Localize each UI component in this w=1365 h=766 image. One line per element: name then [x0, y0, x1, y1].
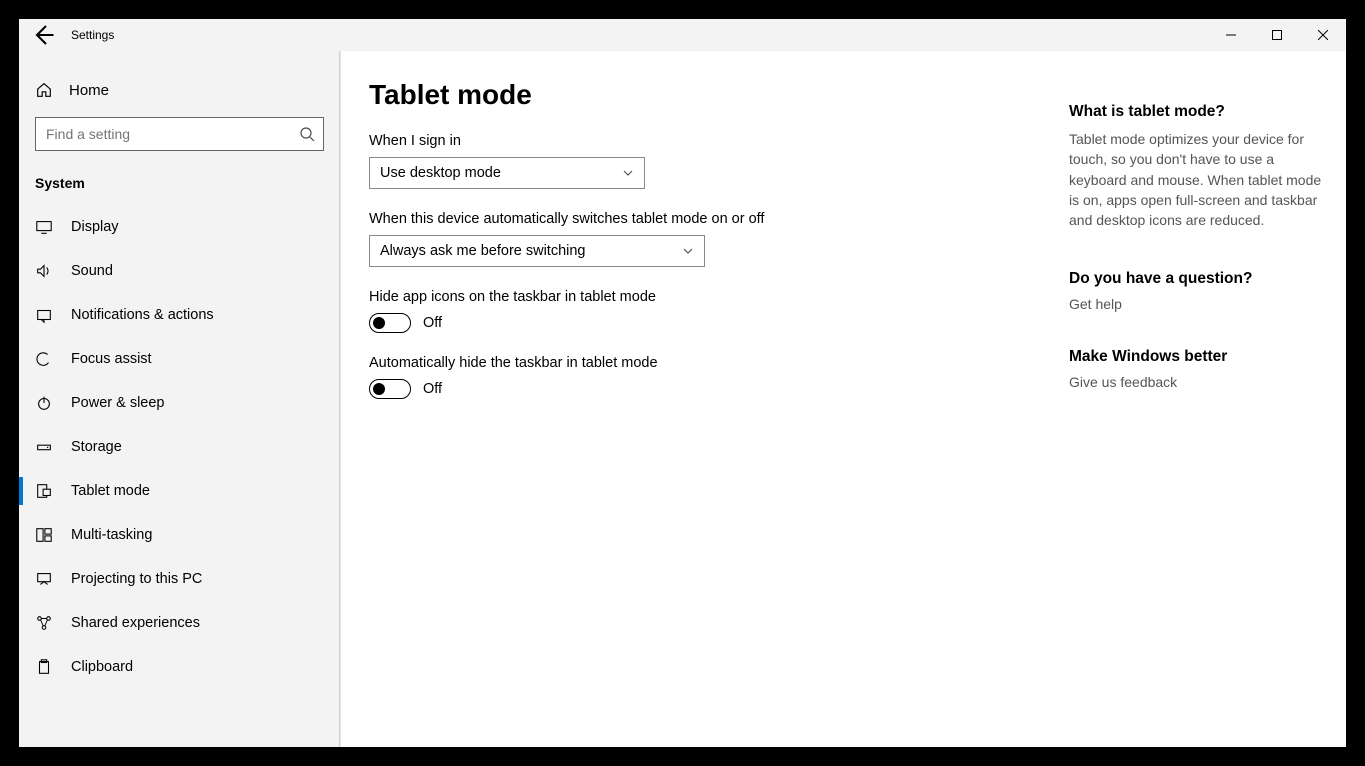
- sidebar-item-clipboard[interactable]: Clipboard: [19, 645, 340, 689]
- get-help-link[interactable]: Get help: [1069, 296, 1329, 312]
- autoswitch-dropdown-value: Always ask me before switching: [380, 243, 586, 259]
- minimize-icon: [1226, 30, 1236, 40]
- autoswitch-dropdown[interactable]: Always ask me before switching: [369, 235, 705, 267]
- multitasking-icon: [35, 526, 53, 544]
- chevron-down-icon: [622, 167, 634, 179]
- notifications-icon: [35, 306, 53, 324]
- hide-icons-state: Off: [423, 315, 442, 331]
- hide-taskbar-group: Automatically hide the taskbar in tablet…: [369, 355, 1029, 399]
- signin-group: When I sign in Use desktop mode: [369, 133, 1029, 189]
- section-label: System: [19, 167, 340, 205]
- autoswitch-label: When this device automatically switches …: [369, 211, 1029, 227]
- search-wrap: [19, 109, 340, 167]
- hide-taskbar-toggle[interactable]: [369, 379, 411, 399]
- aside-what-body: Tablet mode optimizes your device for to…: [1069, 129, 1329, 230]
- hide-icons-group: Hide app icons on the taskbar in tablet …: [369, 289, 1029, 333]
- hide-icons-label: Hide app icons on the taskbar in tablet …: [369, 289, 1029, 305]
- aside-question-title: Do you have a question?: [1069, 270, 1329, 288]
- focus-assist-icon: [35, 350, 53, 368]
- projecting-icon: [35, 570, 53, 588]
- home-button[interactable]: Home: [19, 71, 340, 109]
- content: Tablet mode When I sign in Use desktop m…: [341, 51, 1346, 747]
- sidebar-item-shared-experiences[interactable]: Shared experiences: [19, 601, 340, 645]
- display-icon: [35, 218, 53, 236]
- sidebar-item-label: Tablet mode: [71, 483, 150, 499]
- window-controls: [1208, 19, 1346, 51]
- titlebar: Settings: [19, 19, 1346, 51]
- maximize-button[interactable]: [1254, 19, 1300, 51]
- sidebar-item-projecting[interactable]: Projecting to this PC: [19, 557, 340, 601]
- chevron-down-icon: [682, 245, 694, 257]
- sidebar-item-label: Clipboard: [71, 659, 133, 675]
- sidebar-item-sound[interactable]: Sound: [19, 249, 340, 293]
- nav-list: Display Sound Notifications & actions Fo…: [19, 205, 340, 689]
- back-arrow-icon: [31, 23, 55, 47]
- search-input[interactable]: [46, 126, 299, 142]
- search-box[interactable]: [35, 117, 324, 151]
- window-title: Settings: [71, 28, 114, 42]
- hide-taskbar-toggle-row: Off: [369, 379, 1029, 399]
- back-button[interactable]: [31, 23, 55, 47]
- sidebar-item-display[interactable]: Display: [19, 205, 340, 249]
- hide-icons-toggle[interactable]: [369, 313, 411, 333]
- feedback-link[interactable]: Give us feedback: [1069, 374, 1329, 390]
- sidebar-item-storage[interactable]: Storage: [19, 425, 340, 469]
- minimize-button[interactable]: [1208, 19, 1254, 51]
- titlebar-left: Settings: [19, 23, 114, 47]
- sidebar-item-label: Shared experiences: [71, 615, 200, 631]
- sidebar-item-label: Focus assist: [71, 351, 152, 367]
- home-icon: [35, 81, 53, 99]
- sidebar-item-multitasking[interactable]: Multi-tasking: [19, 513, 340, 557]
- search-icon: [299, 126, 315, 142]
- maximize-icon: [1272, 30, 1282, 40]
- home-label: Home: [69, 82, 109, 99]
- tablet-mode-icon: [35, 482, 53, 500]
- sidebar-item-label: Sound: [71, 263, 113, 279]
- hide-taskbar-state: Off: [423, 381, 442, 397]
- sidebar-item-focus-assist[interactable]: Focus assist: [19, 337, 340, 381]
- main-column: Tablet mode When I sign in Use desktop m…: [369, 79, 1029, 747]
- hide-taskbar-label: Automatically hide the taskbar in tablet…: [369, 355, 1029, 371]
- sidebar-item-power-sleep[interactable]: Power & sleep: [19, 381, 340, 425]
- sidebar-item-label: Notifications & actions: [71, 307, 214, 323]
- signin-dropdown[interactable]: Use desktop mode: [369, 157, 645, 189]
- sidebar-item-tablet-mode[interactable]: Tablet mode: [19, 469, 340, 513]
- hide-icons-toggle-row: Off: [369, 313, 1029, 333]
- shared-icon: [35, 614, 53, 632]
- settings-window: Settings Home: [19, 19, 1346, 747]
- sidebar: Home System Display Sound: [19, 51, 341, 747]
- power-icon: [35, 394, 53, 412]
- sidebar-item-label: Projecting to this PC: [71, 571, 202, 587]
- aside-column: What is tablet mode? Tablet mode optimiz…: [1069, 79, 1329, 747]
- clipboard-icon: [35, 658, 53, 676]
- sidebar-item-label: Power & sleep: [71, 395, 165, 411]
- autoswitch-group: When this device automatically switches …: [369, 211, 1029, 267]
- page-title: Tablet mode: [369, 79, 1029, 111]
- aside-better-title: Make Windows better: [1069, 348, 1329, 366]
- storage-icon: [35, 438, 53, 456]
- sidebar-item-label: Storage: [71, 439, 122, 455]
- sound-icon: [35, 262, 53, 280]
- sidebar-item-label: Display: [71, 219, 119, 235]
- close-icon: [1318, 30, 1328, 40]
- body: Home System Display Sound: [19, 51, 1346, 747]
- close-button[interactable]: [1300, 19, 1346, 51]
- signin-dropdown-value: Use desktop mode: [380, 165, 501, 181]
- sidebar-item-notifications[interactable]: Notifications & actions: [19, 293, 340, 337]
- signin-label: When I sign in: [369, 133, 1029, 149]
- sidebar-item-label: Multi-tasking: [71, 527, 152, 543]
- aside-what-title: What is tablet mode?: [1069, 103, 1329, 121]
